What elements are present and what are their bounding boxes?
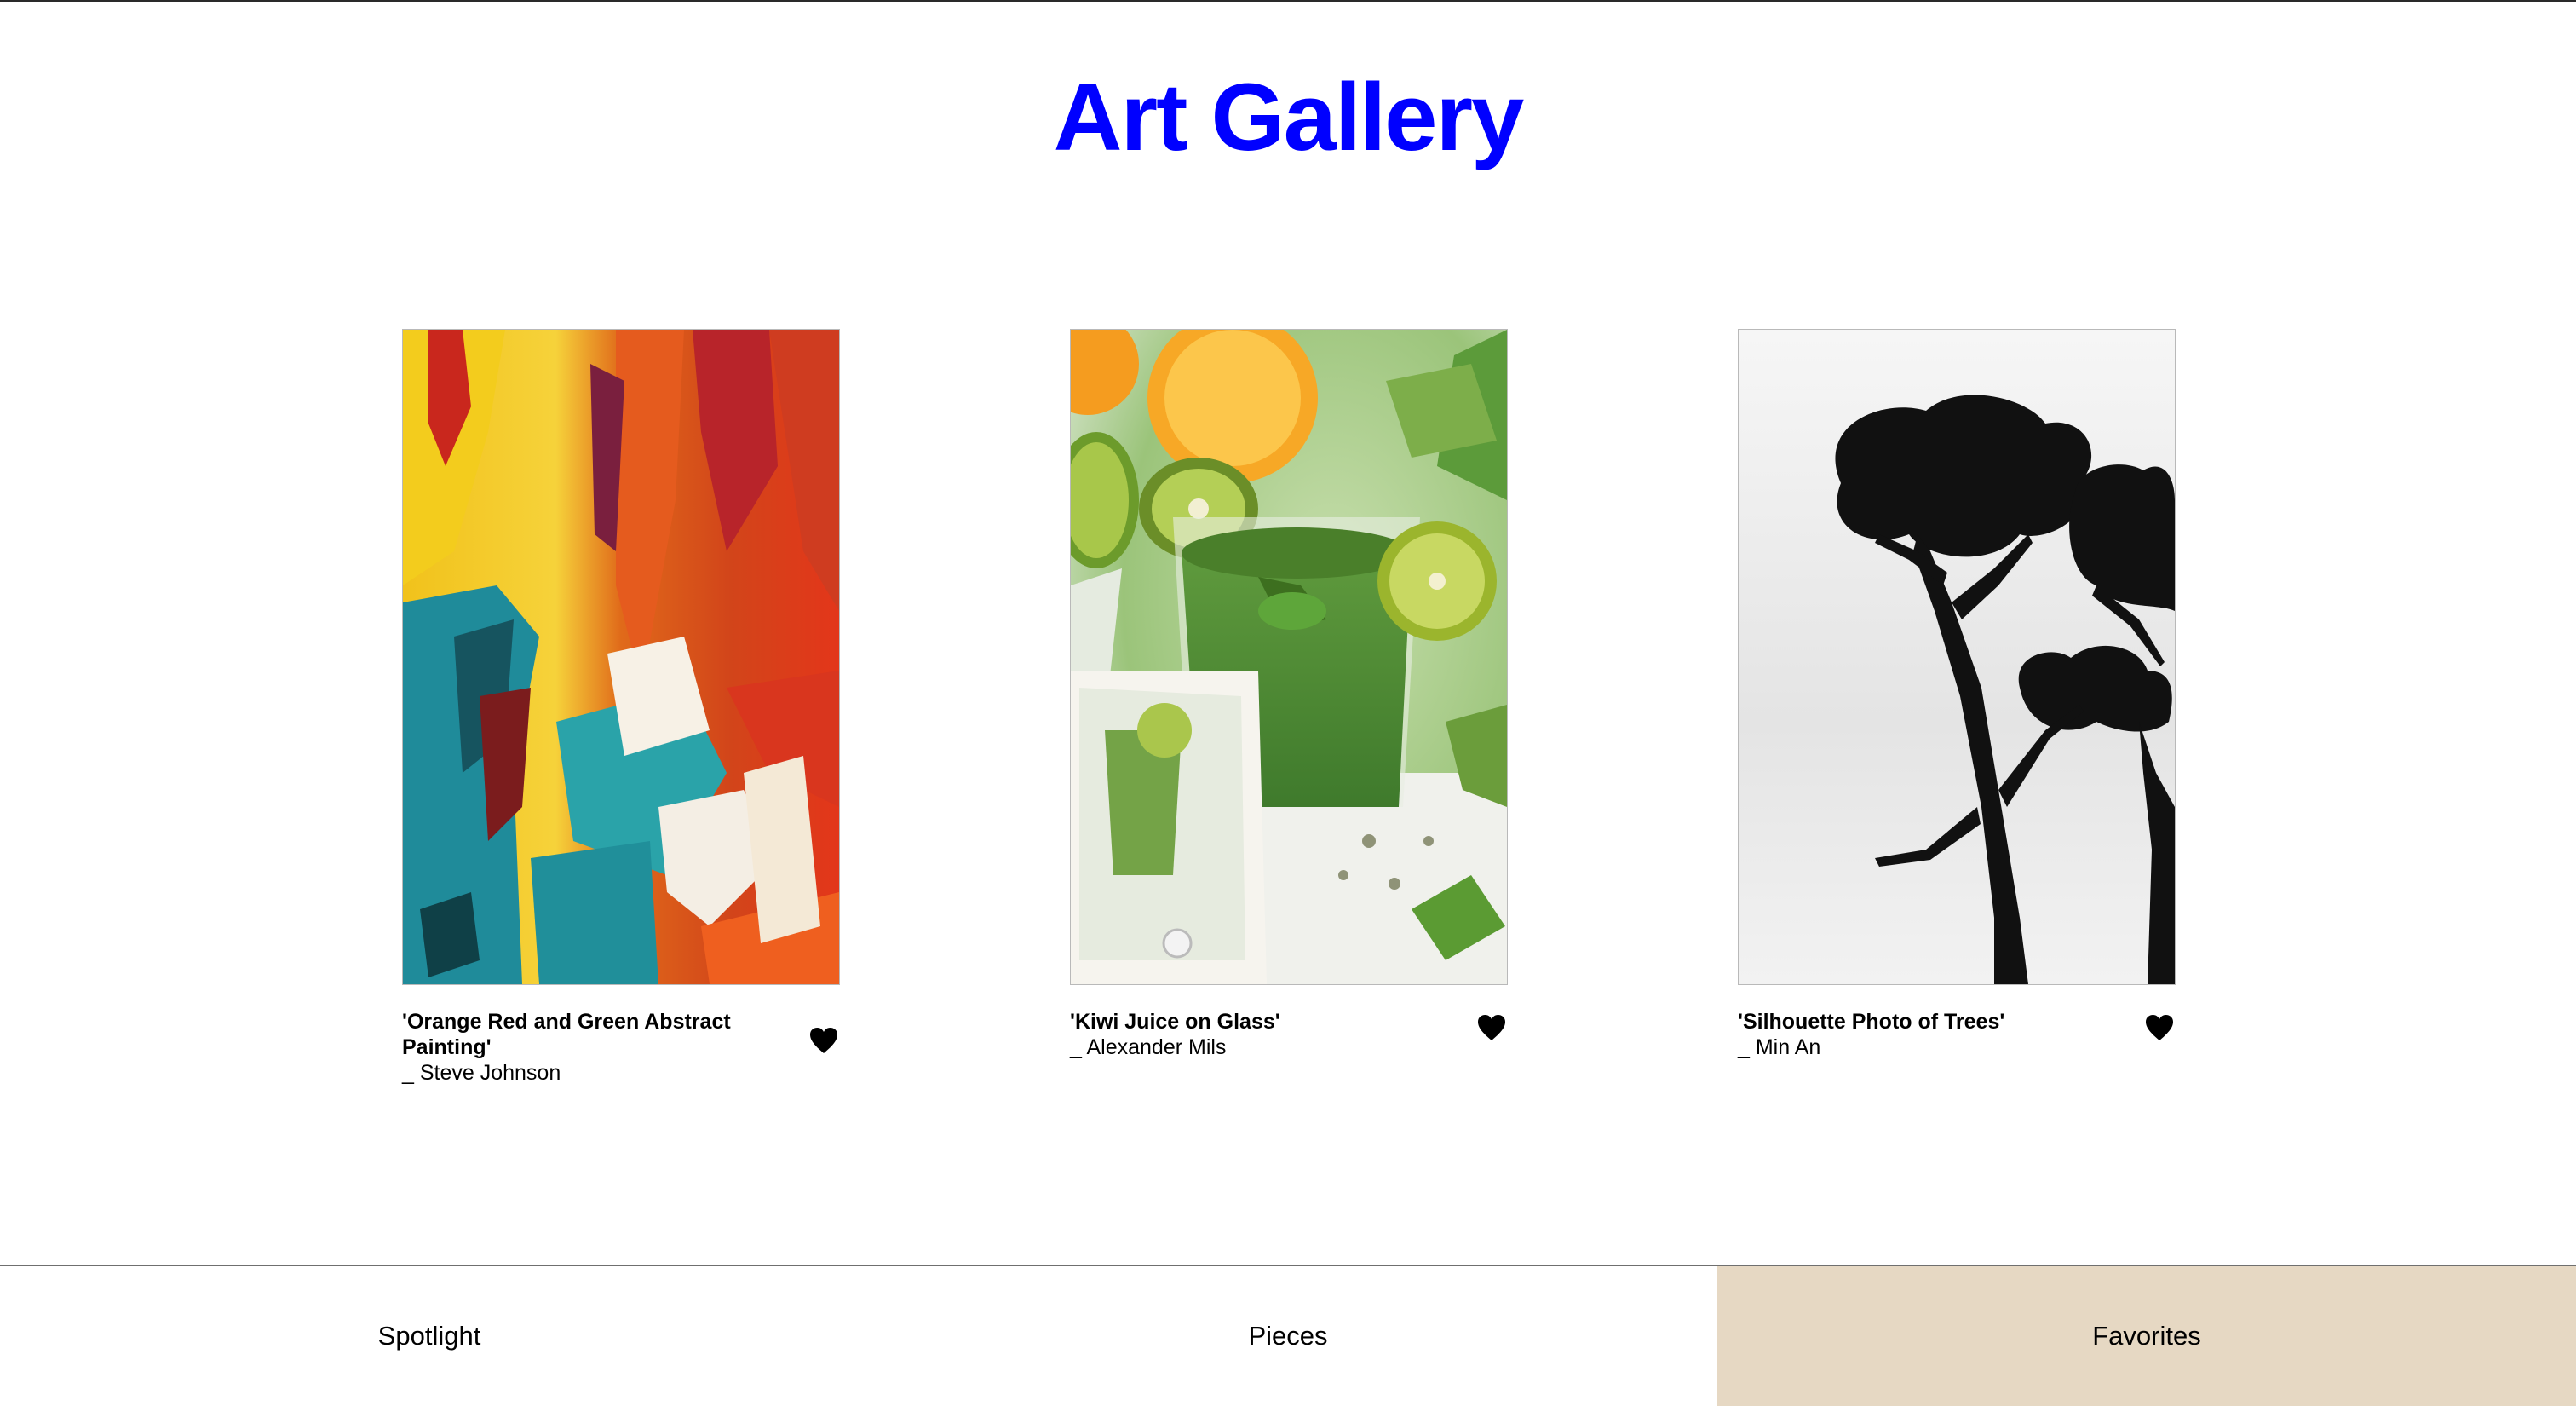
page-title: Art Gallery (1053, 64, 1525, 170)
art-artist: _ Alexander Mils (1070, 1035, 1227, 1059)
art-caption: 'Silhouette Photo of Trees' _ Min An (1738, 1009, 2176, 1063)
heart-icon[interactable] (809, 1027, 838, 1054)
window-top-border (0, 0, 2576, 2)
kiwi-juice-photo[interactable] (1070, 329, 1508, 985)
art-card: 'Orange Red and Green Abstract Painting'… (402, 329, 840, 1086)
art-title: 'Kiwi Juice on Glass' (1070, 1010, 1280, 1034)
tab-spotlight[interactable]: Spotlight (0, 1266, 859, 1406)
tab-pieces[interactable]: Pieces (859, 1266, 1717, 1406)
art-caption: 'Orange Red and Green Abstract Painting'… (402, 1009, 840, 1086)
heart-icon[interactable] (1477, 1014, 1506, 1041)
art-title: 'Silhouette Photo of Trees' (1738, 1010, 2005, 1034)
art-caption: 'Kiwi Juice on Glass' _ Alexander Mils (1070, 1009, 1508, 1063)
heart-icon[interactable] (2145, 1014, 2174, 1041)
tab-favorites[interactable]: Favorites (1717, 1266, 2576, 1406)
art-title: 'Orange Red and Green Abstract Painting' (402, 1010, 731, 1059)
art-card: 'Kiwi Juice on Glass' _ Alexander Mils (1070, 329, 1508, 1063)
art-artist: _ Min An (1738, 1035, 1821, 1059)
bottom-tab-bar: Spotlight Pieces Favorites (0, 1265, 2576, 1406)
art-card: 'Silhouette Photo of Trees' _ Min An (1738, 329, 2176, 1063)
tree-silhouette-photo[interactable] (1738, 329, 2176, 985)
gallery-grid: 'Orange Red and Green Abstract Painting'… (0, 329, 2576, 1096)
abstract-painting-image[interactable] (402, 329, 840, 985)
art-artist: _ Steve Johnson (402, 1061, 561, 1085)
